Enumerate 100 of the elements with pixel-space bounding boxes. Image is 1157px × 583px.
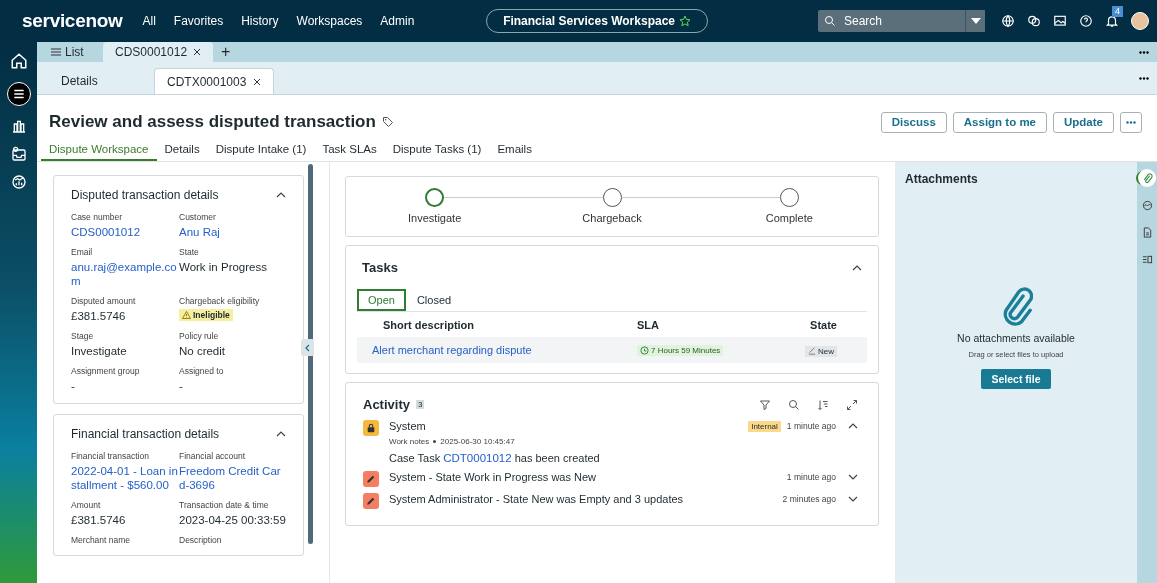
avatar[interactable] [1131, 12, 1149, 30]
image-icon[interactable] [1053, 14, 1067, 28]
filter-icon[interactable] [759, 398, 771, 411]
page-tab[interactable]: Task SLAs [314, 139, 385, 161]
select-file-button[interactable]: Select file [981, 369, 1051, 389]
field-label: Transaction date & time [179, 500, 270, 510]
card-title: Disputed transaction details [71, 188, 219, 202]
search-box[interactable]: Search [818, 10, 965, 32]
field-label: Customer [179, 212, 217, 222]
field-label: Amount [71, 500, 102, 510]
chevron-down-icon[interactable] [848, 496, 858, 502]
activity-title: System [389, 420, 426, 432]
column-header: State [809, 318, 838, 331]
inbox-icon[interactable] [10, 146, 27, 162]
filter-tab[interactable]: Closed [405, 289, 463, 311]
field-link[interactable]: Freedom Credit Card-3696 [179, 464, 286, 492]
list-tab[interactable]: List [43, 42, 103, 62]
menu-item[interactable]: Workspaces [296, 14, 363, 28]
field-label: Assigned to [179, 366, 225, 376]
more-icon[interactable] [1139, 76, 1149, 80]
menu-item[interactable]: All [142, 14, 156, 28]
search-field[interactable]: Search [842, 13, 956, 29]
field-value: - [179, 379, 184, 393]
bell-icon[interactable] [1105, 14, 1119, 28]
field-value: No credit [179, 344, 227, 358]
record-tab[interactable]: CDS0001012 [103, 42, 213, 62]
close-icon[interactable] [253, 77, 261, 86]
chevron-up-icon[interactable] [276, 192, 286, 198]
field-label: Chargeback eligibility [179, 296, 261, 306]
action-button[interactable]: Update [1053, 111, 1114, 133]
dashboard-icon[interactable] [10, 174, 27, 190]
stage-label: Investigate [408, 212, 462, 224]
stage-label: Complete [765, 212, 813, 224]
new-tab-button[interactable]: + [213, 42, 243, 62]
sort-icon[interactable] [817, 398, 829, 411]
page-tab[interactable]: Dispute Intake (1) [207, 139, 315, 161]
globe-icon[interactable] [1001, 14, 1015, 28]
scrollbar[interactable] [308, 164, 313, 544]
chevron-up-icon[interactable] [852, 264, 862, 271]
action-button[interactable]: Assign to me [952, 111, 1047, 133]
chevron-up-icon[interactable] [848, 423, 858, 429]
more-actions-button[interactable] [1120, 111, 1142, 133]
building-icon[interactable] [10, 118, 27, 134]
pencil-icon [363, 471, 379, 487]
field-label: Assignment group [71, 366, 141, 376]
chevron-up-icon[interactable] [276, 431, 286, 437]
card-title: Tasks [362, 260, 398, 275]
list-icon[interactable] [6, 82, 31, 106]
search-icon[interactable] [788, 398, 800, 411]
activity-title: System - State Work in Progress was New [389, 471, 597, 483]
stage-label: Chargeback [582, 212, 642, 224]
help-icon[interactable] [1079, 14, 1093, 28]
warning-badge: Ineligible [179, 309, 233, 321]
more-icon [1126, 120, 1136, 124]
field-label: Financial account [179, 451, 247, 461]
field-link[interactable]: anu.raj@example.com [71, 260, 179, 288]
page-tab[interactable]: Dispute Workspace [41, 139, 157, 161]
card-title: Financial transaction details [71, 427, 220, 441]
details-tab[interactable]: Details [49, 68, 154, 94]
expand-icon[interactable] [846, 398, 858, 411]
field-link[interactable]: CDS0001012 [71, 225, 179, 239]
notification-count: 4 [1112, 6, 1123, 17]
field-value: £381.5746 [71, 309, 127, 323]
field-label: Stage [71, 331, 95, 341]
note-text: Case Task CDT0001012 has been created [389, 451, 601, 465]
page-tab[interactable]: Dispute Tasks (1) [384, 139, 490, 161]
sla-badge: 7 Hours 59 Minutes [637, 345, 724, 356]
task-link[interactable]: CDT0001012 [443, 452, 512, 464]
tag-icon[interactable] [381, 116, 394, 128]
field-label: Description [179, 535, 223, 545]
more-icon[interactable] [1139, 50, 1149, 54]
activity-title: System Administrator - State New was Empty and 3 updates [389, 493, 684, 505]
state-badge: New [805, 345, 837, 357]
menu-item[interactable]: Admin [380, 14, 415, 28]
paperclip-icon[interactable] [1138, 169, 1156, 187]
task-link[interactable]: Alert merchant regarding dispute [372, 343, 637, 357]
action-button[interactable]: Discuss [880, 111, 947, 133]
chevron-down-icon[interactable] [848, 474, 858, 480]
field-label: Policy rule [179, 331, 220, 341]
column-header: SLA [637, 318, 660, 331]
close-icon[interactable] [193, 48, 201, 56]
logo[interactable]: servicenow [22, 10, 123, 32]
search-scope-dropdown[interactable] [965, 10, 985, 32]
chat-icon[interactable] [1027, 14, 1041, 28]
page-tab[interactable]: Emails [489, 139, 540, 161]
field-value: Investigate [71, 344, 128, 358]
field-link[interactable]: Anu Raj [179, 225, 286, 239]
note-type: Work notes [389, 437, 430, 446]
home-icon[interactable] [9, 52, 28, 70]
field-value: - [71, 379, 76, 393]
activity-time: 1 minute ago [786, 472, 836, 482]
record-tab[interactable]: CDTX0001003 [154, 68, 274, 94]
menu-item[interactable]: History [241, 14, 279, 28]
filter-tab[interactable]: Open [357, 289, 406, 311]
separator-dot [433, 440, 437, 443]
field-value: £381.5746 [71, 513, 127, 527]
page-tab[interactable]: Details [156, 139, 208, 161]
menu-item[interactable]: Favorites [173, 14, 224, 28]
field-link[interactable]: 2022-04-01 - Loan installment - $560.00 [71, 464, 179, 492]
collapse-panel-button[interactable] [301, 339, 314, 356]
